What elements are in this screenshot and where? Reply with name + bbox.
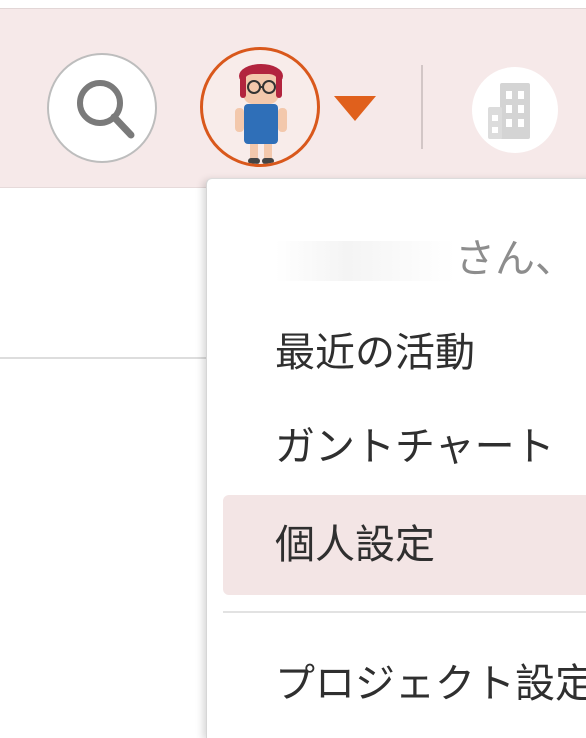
menu-item-gantt-chart[interactable]: ガントチャート <box>223 412 586 482</box>
menu-item-recent-activity[interactable]: 最近の活動 <box>223 318 586 388</box>
organization-button[interactable] <box>472 67 558 153</box>
search-button[interactable] <box>47 53 157 163</box>
menu-item-label: ガントチャート <box>275 424 555 470</box>
user-menu-dropdown: さん、 最近の活動 ガントチャート 個人設定 プロジェクト設定 <box>206 178 586 738</box>
menu-item-label: プロジェクト設定 <box>275 661 586 707</box>
content-divider <box>0 357 210 359</box>
menu-item-label: 最近の活動 <box>275 330 475 376</box>
building-icon <box>488 83 530 139</box>
header-bar <box>0 8 586 188</box>
menu-item-label: 個人設定 <box>275 522 435 568</box>
user-name-suffix: さん、 <box>455 236 575 282</box>
user-name-redacted <box>275 241 455 281</box>
menu-item-personal-settings[interactable]: 個人設定 <box>223 495 586 595</box>
organization-label-fragment <box>574 97 586 115</box>
caret-down-icon[interactable] <box>334 96 376 121</box>
header-divider <box>421 65 423 149</box>
menu-divider <box>223 611 586 613</box>
user-greeting: さん、 <box>223 224 586 294</box>
user-avatar <box>235 64 287 164</box>
menu-item-project-settings[interactable]: プロジェクト設定 <box>223 649 586 719</box>
search-icon <box>77 80 135 139</box>
user-avatar-button[interactable] <box>200 47 320 167</box>
